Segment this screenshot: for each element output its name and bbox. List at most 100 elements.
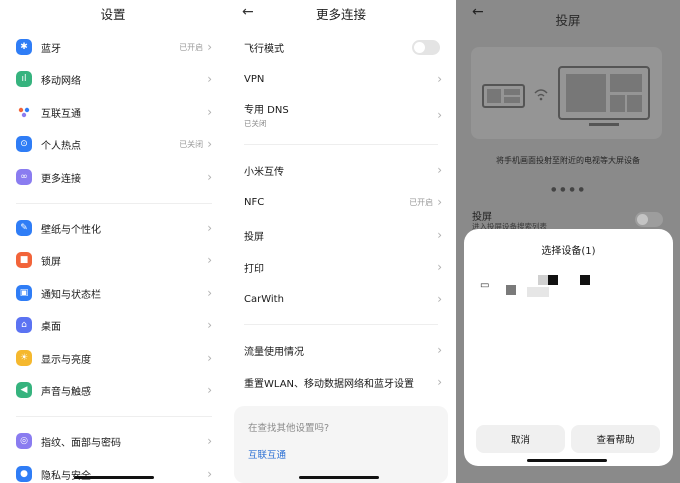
chevron-right-icon: › <box>207 286 212 300</box>
chevron-right-icon: › <box>437 375 442 389</box>
cast-toggle[interactable] <box>635 212 663 227</box>
device-name-redacted <box>548 275 558 285</box>
settings-item-privacy[interactable]: ● 隐私与安全 › <box>0 458 226 483</box>
settings-item-sound[interactable]: ◀ 声音与触感 › <box>0 374 226 406</box>
settings-item-label: 更多连接 <box>41 173 81 185</box>
xiaomi-share-row[interactable]: 小米互传 › <box>226 159 456 181</box>
fingerprint-icon: ◎ <box>16 433 32 449</box>
settings-item-label: 隐私与安全 <box>41 470 91 482</box>
row-label: 投屏 <box>244 231 264 243</box>
chevron-right-icon: › <box>207 137 212 151</box>
settings-item-wallpaper[interactable]: ✎ 壁纸与个性化 › <box>0 212 226 244</box>
chevron-right-icon: › <box>437 228 442 242</box>
view-help-button[interactable]: 查看帮助 <box>571 425 660 453</box>
row-label: NFC <box>244 196 265 208</box>
settings-item-mobile-network[interactable]: ıl 移动网络 › <box>0 63 226 95</box>
home-indicator[interactable] <box>527 459 607 462</box>
monitor-icon: ▭ <box>480 280 490 291</box>
chevron-right-icon: › <box>207 434 212 448</box>
notification-icon: ▣ <box>16 285 32 301</box>
settings-item-hotspot[interactable]: ⊙ 个人热点 已关闭 › <box>0 128 226 160</box>
brush-icon: ✎ <box>16 220 32 236</box>
page-title: 更多连接 <box>315 7 366 22</box>
settings-item-notifications[interactable]: ▣ 通知与状态栏 › <box>0 277 226 309</box>
device-list-item[interactable]: ▭ <box>464 273 673 303</box>
row-label: CarWith <box>244 293 284 305</box>
chevron-right-icon: › <box>437 195 442 209</box>
device-name-redacted <box>506 285 516 295</box>
row-label: 专用 DNS <box>244 105 289 116</box>
cancel-button[interactable]: 取消 <box>476 425 565 453</box>
phone-to-tv-icon <box>482 66 650 126</box>
cast-illustration <box>471 47 662 139</box>
home-icon: ⌂ <box>16 317 32 333</box>
settings-item-fingerprint[interactable]: ◎ 指纹、面部与密码 › <box>0 425 226 457</box>
card-question: 在查找其他设置吗? <box>248 423 330 434</box>
row-subtitle: 已关闭 <box>244 119 267 128</box>
page-title: 投屏 <box>555 13 581 28</box>
row-label: 飞行模式 <box>244 43 284 55</box>
settings-item-lockscreen[interactable]: ■ 锁屏 › <box>0 244 226 276</box>
settings-item-label: 壁纸与个性化 <box>41 224 101 236</box>
cast-description: 将手机画面投射至附近的电视等大屏设备 <box>496 156 640 165</box>
chevron-right-icon: › <box>437 163 442 177</box>
page-title: 设置 <box>100 7 126 22</box>
screen-cast-panel: ← 投屏 将手机画面投射至附近的电视等大屏设备 ● ● ● ● 投屏 进入投屏设… <box>456 0 680 483</box>
interconnect-link[interactable]: 互联互通 <box>248 447 286 461</box>
private-dns-row[interactable]: 专用 DNS 已关闭 › <box>226 100 456 130</box>
divider <box>244 324 438 325</box>
chevron-right-icon: › <box>437 292 442 306</box>
device-name-redacted <box>538 275 548 285</box>
home-indicator[interactable] <box>299 476 379 479</box>
airplane-mode-toggle[interactable] <box>412 39 440 55</box>
select-device-sheet: 选择设备(1) ▭ 取消 查看帮助 <box>464 229 673 466</box>
status-text: 已关闭 <box>179 139 204 149</box>
chevron-right-icon: › <box>207 383 212 397</box>
search-other-settings-card: 在查找其他设置吗? 互联互通 <box>234 406 448 483</box>
settings-item-label: 通知与状态栏 <box>41 289 101 301</box>
page-indicator: ● ● ● ● <box>551 186 585 193</box>
status-text: 已开启 <box>179 42 204 52</box>
status-text: 已开启 <box>409 197 434 207</box>
print-row[interactable]: 打印 › <box>226 256 456 278</box>
chevron-right-icon: › <box>207 170 212 184</box>
cellular-icon: ıl <box>16 71 32 87</box>
settings-item-home-screen[interactable]: ⌂ 桌面 › <box>0 309 226 341</box>
chevron-right-icon: › <box>437 343 442 357</box>
row-label: 流量使用情况 <box>244 346 304 358</box>
settings-item-label: 蓝牙 <box>41 43 61 55</box>
settings-panel: 设置 ✱ 蓝牙 已开启 › ıl 移动网络 › 互联互通 › ⊙ 个人热点 已关… <box>0 0 226 483</box>
settings-item-label: 声音与触感 <box>41 386 91 398</box>
chevron-right-icon: › <box>207 40 212 54</box>
home-indicator[interactable] <box>74 476 154 479</box>
airplane-mode-row[interactable]: 飞行模式 <box>226 36 456 58</box>
nfc-row[interactable]: NFC 已开启 › <box>226 191 456 213</box>
settings-item-label: 桌面 <box>41 321 61 333</box>
row-label: 打印 <box>244 263 264 275</box>
data-usage-row[interactable]: 流量使用情况 › <box>226 339 456 361</box>
link-icon: ∞ <box>16 169 32 185</box>
chevron-right-icon: › <box>207 253 212 267</box>
reset-network-row[interactable]: 重置WLAN、移动数据网络和蓝牙设置 › <box>226 371 456 393</box>
chevron-right-icon: › <box>207 467 212 481</box>
settings-item-interconnect[interactable]: 互联互通 › <box>0 96 226 128</box>
settings-item-display[interactable]: ☀ 显示与亮度 › <box>0 342 226 374</box>
row-label: VPN <box>244 73 265 85</box>
chevron-right-icon: › <box>437 72 442 86</box>
settings-item-bluetooth[interactable]: ✱ 蓝牙 已开启 › <box>0 31 226 63</box>
row-label: 重置WLAN、移动数据网络和蓝牙设置 <box>244 378 415 390</box>
screen-cast-row[interactable]: 投屏 › <box>226 224 456 246</box>
carwith-row[interactable]: CarWith › <box>226 288 456 310</box>
chevron-right-icon: › <box>207 318 212 332</box>
hotspot-icon: ⊙ <box>16 136 32 152</box>
sun-icon: ☀ <box>16 350 32 366</box>
device-name-redacted <box>580 275 590 285</box>
settings-item-label: 移动网络 <box>41 75 81 87</box>
settings-item-label: 互联互通 <box>41 108 81 120</box>
settings-item-label: 指纹、面部与密码 <box>41 437 121 449</box>
chevron-right-icon: › <box>207 72 212 86</box>
vpn-row[interactable]: VPN › <box>226 68 456 90</box>
settings-item-label: 锁屏 <box>41 256 61 268</box>
settings-item-more-connections[interactable]: ∞ 更多连接 › <box>0 161 226 193</box>
lock-icon: ■ <box>16 252 32 268</box>
